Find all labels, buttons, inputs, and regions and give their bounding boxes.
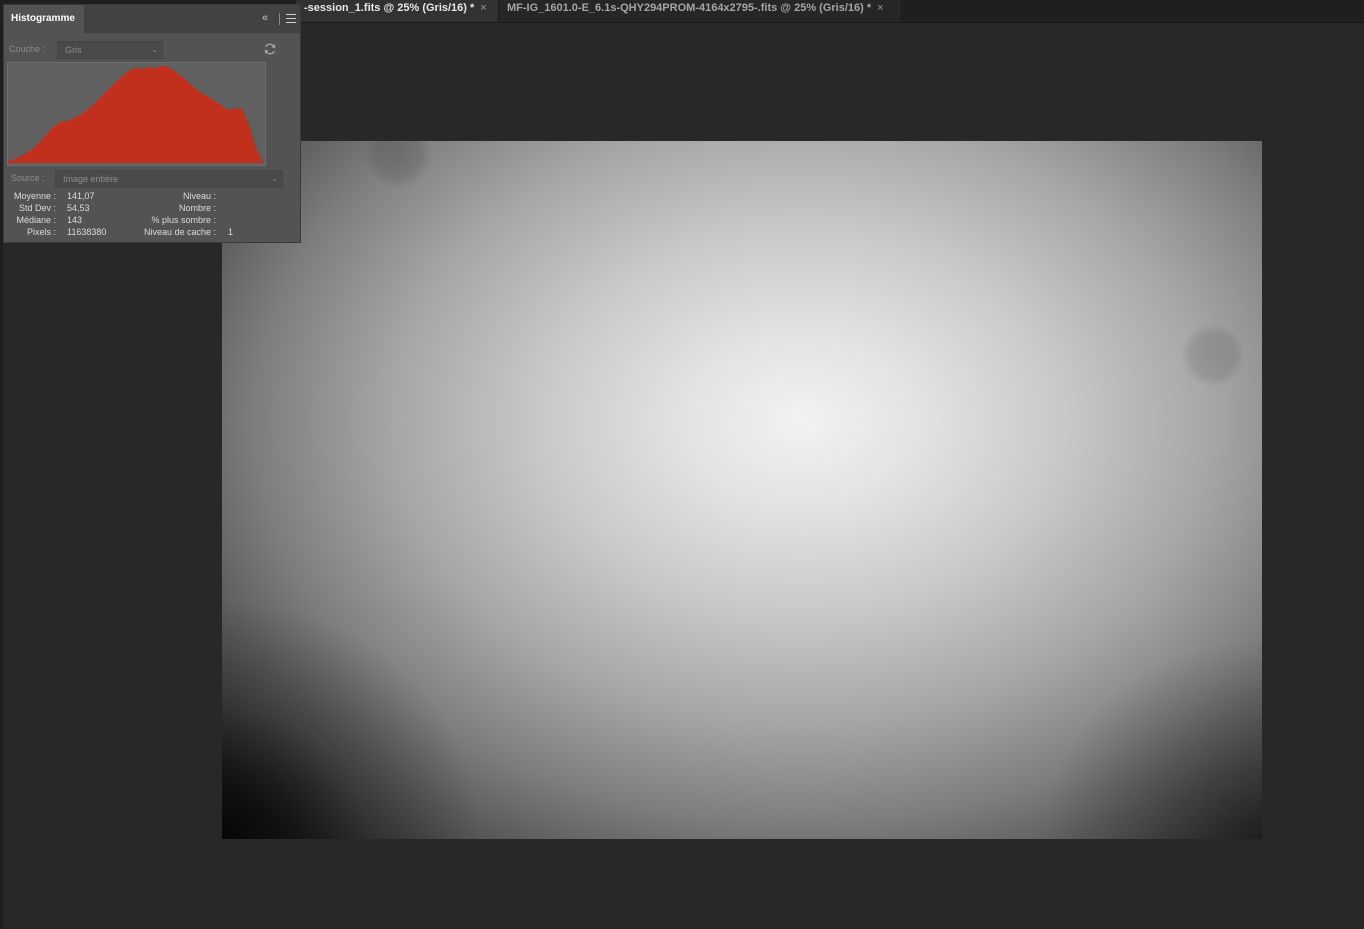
stat-stddev-label: Std Dev : bbox=[18, 203, 56, 213]
chevron-down-icon: ⌄ bbox=[271, 174, 278, 183]
couche-label: Couche : bbox=[9, 44, 46, 54]
stat-level-label: Niveau : bbox=[182, 191, 216, 201]
stat-cache-label: Niveau de cache : bbox=[143, 227, 216, 237]
menu-icon[interactable] bbox=[286, 14, 296, 23]
image-canvas[interactable] bbox=[222, 141, 1262, 839]
tab-label: -session_1.fits @ 25% (Gris/16) * bbox=[304, 2, 475, 14]
source-label: Source : bbox=[11, 173, 45, 183]
stat-count-label: Nombre : bbox=[178, 203, 216, 213]
panel-header: Histogramme « bbox=[4, 5, 300, 33]
refresh-icon[interactable] bbox=[263, 42, 277, 56]
close-icon[interactable]: × bbox=[480, 2, 486, 14]
document-tab-mf-ig[interactable]: MF-IG_1601.0-E_6.1s-QHY294PROM-4164x2795… bbox=[498, 0, 902, 22]
header-divider bbox=[279, 13, 280, 25]
stat-darker-label: % plus sombre : bbox=[151, 215, 216, 225]
histogram-graph bbox=[7, 62, 266, 166]
source-value: Image entière bbox=[63, 174, 119, 184]
tab-label: MF-IG_1601.0-E_6.1s-QHY294PROM-4164x2795… bbox=[507, 2, 872, 14]
stat-cache-value: 1 bbox=[228, 227, 234, 237]
couche-select[interactable]: Gris ⌄ bbox=[57, 41, 163, 59]
canvas-vignette bbox=[222, 141, 1262, 839]
stat-median-value: 143 bbox=[67, 215, 83, 225]
histogram-panel: Histogramme « Couche : Gris ⌄ Source : I… bbox=[3, 4, 301, 243]
close-icon[interactable]: × bbox=[877, 2, 883, 14]
collapse-icon[interactable]: « bbox=[262, 12, 268, 24]
stat-mean-label: Moyenne : bbox=[13, 191, 56, 201]
panel-tab-histogram[interactable]: Histogramme bbox=[4, 5, 84, 33]
source-select[interactable]: Image entière ⌄ bbox=[55, 170, 283, 188]
document-tab-session[interactable]: -session_1.fits @ 25% (Gris/16) * × bbox=[296, 0, 498, 22]
stat-pixels-label: Pixels : bbox=[26, 227, 56, 237]
stat-pixels-value: 11638380 bbox=[67, 227, 107, 237]
stat-stddev-value: 54,53 bbox=[67, 203, 90, 213]
couche-value: Gris bbox=[65, 45, 82, 55]
stat-median-label: Médiane : bbox=[16, 215, 56, 225]
chevron-down-icon: ⌄ bbox=[151, 45, 158, 54]
histogram-chart bbox=[8, 66, 263, 163]
stat-mean-value: 141,07 bbox=[67, 191, 95, 201]
histogram-area bbox=[8, 66, 263, 163]
